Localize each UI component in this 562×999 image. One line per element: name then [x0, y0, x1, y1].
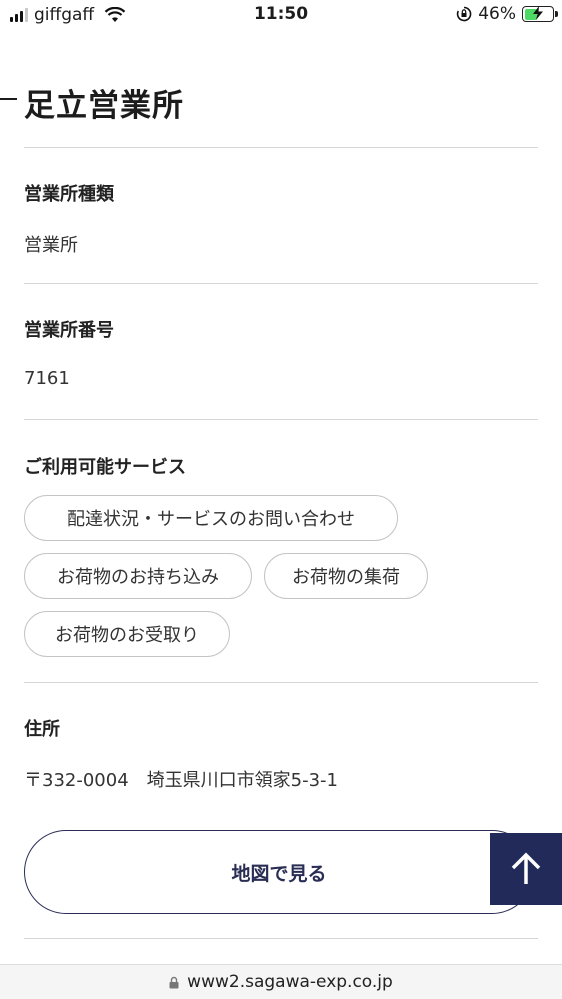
url-text: www2.sagawa-exp.co.jp — [187, 972, 393, 992]
padlock-icon — [169, 976, 179, 988]
divider — [24, 147, 538, 148]
page-title: 足立営業所 — [24, 88, 184, 124]
view-map-button[interactable]: 地図で見る — [24, 830, 534, 914]
office-number-label: 営業所番号 — [24, 320, 114, 341]
address-value: 〒332-0004 埼玉県川口市領家5-3-1 — [24, 770, 339, 791]
office-type-value: 営業所 — [24, 235, 78, 256]
back-to-top-button[interactable] — [490, 833, 562, 905]
arrow-up-icon — [511, 852, 541, 884]
browser-url-bar[interactable]: www2.sagawa-exp.co.jp — [0, 964, 562, 999]
service-chip-receive[interactable]: お荷物のお受取り — [24, 611, 230, 657]
view-map-label: 地図で見る — [231, 862, 327, 885]
service-chip-dropoff[interactable]: お荷物のお持ち込み — [24, 553, 252, 599]
battery-charging-icon — [522, 6, 558, 22]
divider — [24, 283, 538, 284]
divider — [24, 682, 538, 683]
rotation-lock-icon — [457, 6, 472, 22]
service-chip-inquiry[interactable]: 配達状況・サービスのお問い合わせ — [24, 495, 398, 541]
divider — [24, 938, 538, 939]
title-accent-line — [0, 98, 17, 100]
address-label: 住所 — [24, 719, 60, 740]
status-right: 46% — [456, 4, 558, 24]
office-number-value: 7161 — [24, 368, 70, 389]
divider — [24, 419, 538, 420]
charging-bolt-icon — [533, 6, 543, 20]
service-chip-pickup[interactable]: お荷物の集荷 — [264, 553, 428, 599]
office-type-label: 営業所種類 — [24, 184, 114, 205]
status-bar: giffgaff 11:50 46% — [0, 0, 562, 32]
services-label: ご利用可能サービス — [24, 457, 186, 478]
battery-percent: 46% — [478, 4, 516, 24]
